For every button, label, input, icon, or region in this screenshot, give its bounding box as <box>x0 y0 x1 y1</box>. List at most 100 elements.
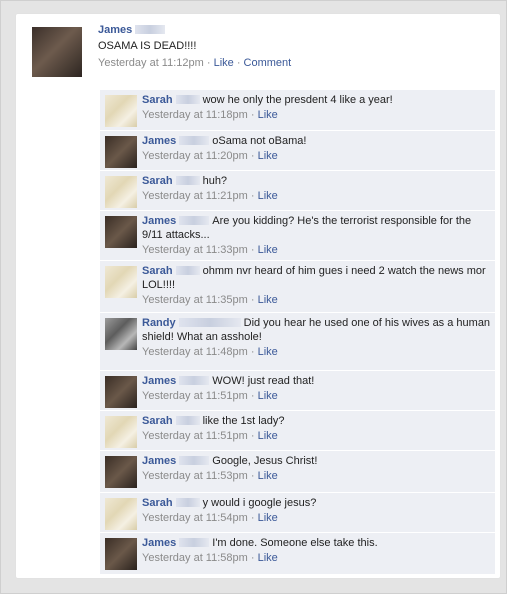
comment-item: James oSama not oBama! Yesterday at 11:20p… <box>100 130 495 170</box>
commenter-avatar[interactable] <box>105 416 137 448</box>
comment-item: James Are you kidding? He's the terrorist… <box>100 210 495 260</box>
commenter-name[interactable]: Sarah <box>142 94 173 106</box>
commenter-name[interactable]: James <box>142 215 176 227</box>
commenter-name[interactable]: Sarah <box>142 497 173 509</box>
comment-text: wow he only the presdent 4 like a year! <box>202 94 393 106</box>
post-author-line: James <box>98 22 488 38</box>
post-like-link[interactable]: Like <box>214 57 234 69</box>
comment-timestamp: Yesterday at 11:58pm <box>142 552 248 564</box>
redacted-surname <box>179 456 210 465</box>
commenter-avatar[interactable] <box>105 376 137 408</box>
comment-text-line: Sarah wow he only the presdent 4 like a y… <box>142 93 492 107</box>
post-timestamp: Yesterday at 11:12pm <box>98 57 204 69</box>
comment-text-line: James I'm done. Someone else take this. <box>142 536 492 550</box>
comment-like-link[interactable]: Like <box>258 150 278 162</box>
commenter-avatar[interactable] <box>105 136 137 168</box>
comment-item: Sarah huh? Yesterday at 11:21pm · Like <box>100 170 495 210</box>
comment-like-link[interactable]: Like <box>258 552 278 564</box>
comment-body: Sarah wow he only the presdent 4 like a y… <box>142 93 492 122</box>
commenter-avatar[interactable] <box>105 176 137 208</box>
commenter-name[interactable]: Sarah <box>142 175 173 187</box>
post-body: James OSAMA IS DEAD!!!! Yesterday at 11:… <box>98 22 488 71</box>
comment-body: James Are you kidding? He's the terrorist… <box>142 214 492 257</box>
status-post: James OSAMA IS DEAD!!!! Yesterday at 11:… <box>32 22 492 94</box>
post-author-name[interactable]: James <box>98 24 132 36</box>
comment-body: Randy Did you hear he used one of his wiv… <box>142 316 492 359</box>
comment-meta: Yesterday at 11:48pm · Like <box>142 345 492 359</box>
comment-like-link[interactable]: Like <box>258 512 278 524</box>
redacted-surname <box>175 176 200 185</box>
commenter-avatar[interactable] <box>105 216 137 248</box>
comment-body: James Google, Jesus Christ! Yesterday at 1… <box>142 454 492 483</box>
comment-body: Sarah like the 1st lady? Yesterday at 11:5… <box>142 414 492 443</box>
commenter-name[interactable]: James <box>142 537 176 549</box>
meta-separator: · <box>247 294 258 306</box>
comment-item: James WOW! just read that! Yesterday at 11… <box>100 370 495 410</box>
comment-like-link[interactable]: Like <box>258 470 278 482</box>
post-comment-link[interactable]: Comment <box>244 57 292 69</box>
comment-text: like the 1st lady? <box>202 415 285 427</box>
meta-separator: · <box>247 430 258 442</box>
comment-body: James oSama not oBama! Yesterday at 11:20p… <box>142 134 492 163</box>
comment-item: James I'm done. Someone else take this. Ye… <box>100 532 495 574</box>
author-avatar[interactable] <box>32 27 82 77</box>
comment-like-link[interactable]: Like <box>258 109 278 121</box>
commenter-avatar[interactable] <box>105 498 137 530</box>
comment-meta: Yesterday at 11:51pm · Like <box>142 429 492 443</box>
comment-text: I'm done. Someone else take this. <box>212 537 378 549</box>
redacted-surname <box>135 25 166 34</box>
redacted-surname <box>175 266 200 275</box>
comment-meta: Yesterday at 11:54pm · Like <box>142 511 492 525</box>
comment-timestamp: Yesterday at 11:53pm <box>142 470 248 482</box>
redacted-surname <box>179 136 210 145</box>
commenter-name[interactable]: James <box>142 455 176 467</box>
comment-timestamp: Yesterday at 11:20pm <box>142 150 248 162</box>
comment-meta: Yesterday at 11:18pm · Like <box>142 108 492 122</box>
comment-text: oSama not oBama! <box>212 135 307 147</box>
comment-text-line: Sarah huh? <box>142 174 492 188</box>
comment-item: Sarah wow he only the presdent 4 like a y… <box>100 89 495 130</box>
comment-like-link[interactable]: Like <box>258 346 278 358</box>
comment-item: Sarah ohmm nvr heard of him gues i need 2… <box>100 260 495 312</box>
meta-separator: · <box>247 512 258 524</box>
commenter-name[interactable]: James <box>142 375 176 387</box>
comment-text-line: James oSama not oBama! <box>142 134 492 148</box>
comment-like-link[interactable]: Like <box>258 244 278 256</box>
comment-meta: Yesterday at 11:53pm · Like <box>142 469 492 483</box>
commenter-name[interactable]: Sarah <box>142 265 173 277</box>
comment-text-line: Sarah ohmm nvr heard of him gues i need 2… <box>142 264 492 292</box>
comment-like-link[interactable]: Like <box>258 390 278 402</box>
comment-item: James Google, Jesus Christ! Yesterday at 1… <box>100 450 495 492</box>
meta-separator: · <box>247 390 258 402</box>
comment-like-link[interactable]: Like <box>258 190 278 202</box>
commenter-avatar[interactable] <box>105 95 137 127</box>
comment-item: Randy Did you hear he used one of his wiv… <box>100 312 495 370</box>
commenter-avatar[interactable] <box>105 538 137 570</box>
comment-text-line: Randy Did you hear he used one of his wiv… <box>142 316 492 344</box>
commenter-name[interactable]: Randy <box>142 317 176 329</box>
commenter-avatar[interactable] <box>105 266 137 298</box>
meta-separator: · <box>247 346 258 358</box>
commenter-avatar[interactable] <box>105 318 137 350</box>
meta-separator: · <box>247 190 258 202</box>
comment-body: Sarah y would i google jesus? Yesterday at… <box>142 496 492 525</box>
comment-timestamp: Yesterday at 11:54pm <box>142 512 248 524</box>
comment-timestamp: Yesterday at 11:48pm <box>142 346 248 358</box>
comment-meta: Yesterday at 11:33pm · Like <box>142 243 492 257</box>
comment-like-link[interactable]: Like <box>258 430 278 442</box>
commenter-name[interactable]: James <box>142 135 176 147</box>
commenter-name[interactable]: Sarah <box>142 415 173 427</box>
redacted-surname <box>178 318 241 327</box>
post-text: OSAMA IS DEAD!!!! <box>98 40 197 52</box>
comment-timestamp: Yesterday at 11:33pm <box>142 244 248 256</box>
meta-separator: · <box>247 244 258 256</box>
comment-meta: Yesterday at 11:20pm · Like <box>142 149 492 163</box>
comment-text-line: Sarah like the 1st lady? <box>142 414 492 428</box>
redacted-surname <box>179 538 210 547</box>
comment-body: James I'm done. Someone else take this. Ye… <box>142 536 492 565</box>
commenter-avatar[interactable] <box>105 456 137 488</box>
comment-meta: Yesterday at 11:21pm · Like <box>142 189 492 203</box>
comment-like-link[interactable]: Like <box>258 294 278 306</box>
redacted-surname <box>179 376 210 385</box>
comment-text-line: James WOW! just read that! <box>142 374 492 388</box>
